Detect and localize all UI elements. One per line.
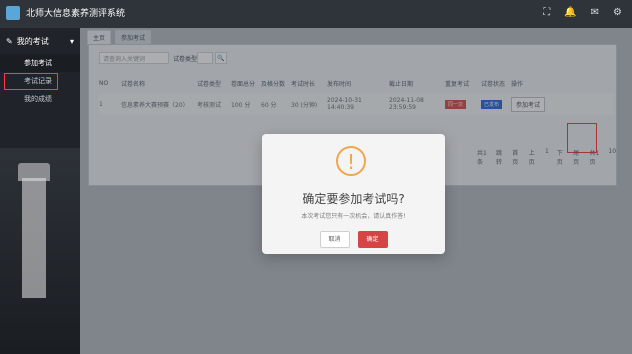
lighthouse-image — [22, 178, 46, 298]
top-icons: ⛶ 🔔 ✉ ⚙ — [543, 7, 622, 18]
sidebar-section[interactable]: ✎ 我的考试 ▾ — [0, 28, 80, 54]
sidebar-section-label: 我的考试 — [16, 36, 49, 46]
confirm-modal: ! 确定要参加考试吗? 本次考试您只有一次机会，请认真作答! 取消 确定 — [262, 134, 445, 254]
cancel-button[interactable]: 取消 — [319, 231, 350, 248]
settings-icon[interactable]: ⚙ — [613, 7, 622, 18]
app-logo — [6, 6, 20, 20]
modal-actions: 取消 确定 — [262, 231, 445, 248]
notification-icon[interactable]: 🔔 — [564, 7, 576, 18]
modal-subtitle: 本次考试您只有一次机会，请认真作答! — [301, 213, 406, 220]
highlight-box-left — [4, 73, 58, 90]
sidebar: ✎ 我的考试 ▾ 参加考试 考试记录 我的成绩 — [0, 28, 80, 354]
confirm-button[interactable]: 确定 — [357, 231, 388, 248]
top-bar: 北师大信息素养测评系统 ⛶ 🔔 ✉ ⚙ — [0, 0, 632, 28]
sidebar-item-my-score[interactable]: 我的成绩 — [0, 90, 80, 108]
fullscreen-icon[interactable]: ⛶ — [543, 7, 550, 18]
sidebar-item-join-exam[interactable]: 参加考试 — [0, 54, 80, 72]
exam-icon: ✎ — [6, 36, 13, 46]
brand-title: 北师大信息素养测评系统 — [26, 9, 126, 19]
chevron-down-icon: ▾ — [69, 36, 74, 46]
warning-icon: ! — [336, 146, 366, 176]
modal-title: 确定要参加考试吗? — [302, 192, 405, 206]
mail-icon[interactable]: ✉ — [591, 7, 599, 18]
